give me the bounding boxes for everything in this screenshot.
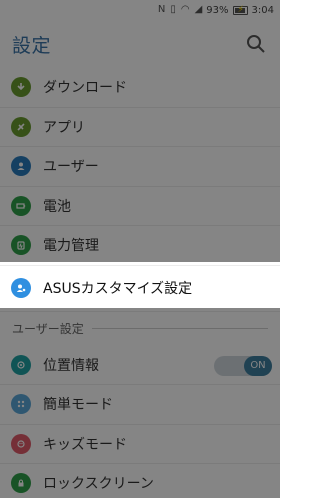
list-item-download[interactable]: ダウンロード bbox=[0, 68, 280, 108]
list-item-kids-mode[interactable]: キッズモード bbox=[0, 424, 280, 464]
search-icon bbox=[247, 35, 265, 53]
settings-list: ダウンロード アプリ ユーザー 電池 電力管理 ASUSカスタマイズ設定 ユーザ… bbox=[0, 68, 280, 498]
search-button[interactable] bbox=[244, 32, 268, 56]
settings-screen: N ▯ ◠ ◢ 93% ⚡ 3:04 設定 ダウンロード アプリ ユーザー 電池… bbox=[0, 0, 280, 498]
list-item-asus-customize[interactable]: ASUSカスタマイズ設定 bbox=[0, 265, 280, 312]
battery-percent: 93% bbox=[206, 4, 229, 16]
list-item-location[interactable]: 位置情報 ON bbox=[0, 345, 280, 385]
battery-icon bbox=[11, 195, 31, 216]
list-item-users[interactable]: ユーザー bbox=[0, 147, 280, 187]
app-bar: 設定 bbox=[0, 20, 280, 68]
location-toggle[interactable]: ON bbox=[214, 355, 272, 376]
toggle-state: ON bbox=[244, 355, 272, 376]
list-item-label: ユーザー bbox=[43, 159, 99, 176]
list-item-label: 位置情報 bbox=[43, 357, 99, 374]
list-item-lock-screen[interactable]: ロックスクリーン bbox=[0, 464, 280, 498]
signal-icon: ◢ bbox=[194, 4, 203, 15]
section-title: ユーザー設定 bbox=[12, 322, 84, 336]
list-item-easy-mode[interactable]: 簡単モード bbox=[0, 385, 280, 425]
section-header-user-settings: ユーザー設定 bbox=[0, 311, 280, 346]
list-item-label: ダウンロード bbox=[43, 80, 127, 97]
kids-mode-icon bbox=[11, 433, 31, 454]
download-icon bbox=[11, 77, 31, 98]
list-item-label: アプリ bbox=[43, 119, 85, 136]
user-icon bbox=[11, 156, 31, 177]
list-item-battery[interactable]: 電池 bbox=[0, 186, 280, 226]
list-item-apps[interactable]: アプリ bbox=[0, 107, 280, 147]
wifi-icon: ◠ bbox=[180, 4, 190, 15]
power-management-icon bbox=[11, 235, 31, 256]
page-title: 設定 bbox=[12, 34, 52, 57]
list-item-label: ロックスクリーン bbox=[43, 476, 154, 493]
list-item-label: キッズモード bbox=[43, 436, 127, 453]
vibrate-icon: ▯ bbox=[170, 4, 176, 15]
apps-icon bbox=[11, 116, 31, 137]
clock: 3:04 bbox=[251, 4, 274, 16]
asus-customize-icon bbox=[11, 278, 31, 298]
battery-icon: ⚡ bbox=[232, 4, 248, 15]
charging-icon: ⚡ bbox=[237, 4, 244, 15]
easy-mode-icon bbox=[11, 394, 31, 415]
location-icon bbox=[11, 354, 31, 375]
lock-screen-icon bbox=[11, 473, 31, 494]
list-item-label: 電力管理 bbox=[43, 238, 99, 255]
list-item-label: 簡単モード bbox=[43, 397, 113, 414]
section-divider bbox=[91, 328, 268, 329]
list-item-power-management[interactable]: 電力管理 bbox=[0, 226, 280, 266]
list-item-label: 電池 bbox=[43, 198, 71, 215]
nfc-icon: N bbox=[157, 4, 166, 15]
list-item-label: ASUSカスタマイズ設定 bbox=[43, 281, 193, 297]
status-bar: N ▯ ◠ ◢ 93% ⚡ 3:04 bbox=[0, 0, 280, 20]
